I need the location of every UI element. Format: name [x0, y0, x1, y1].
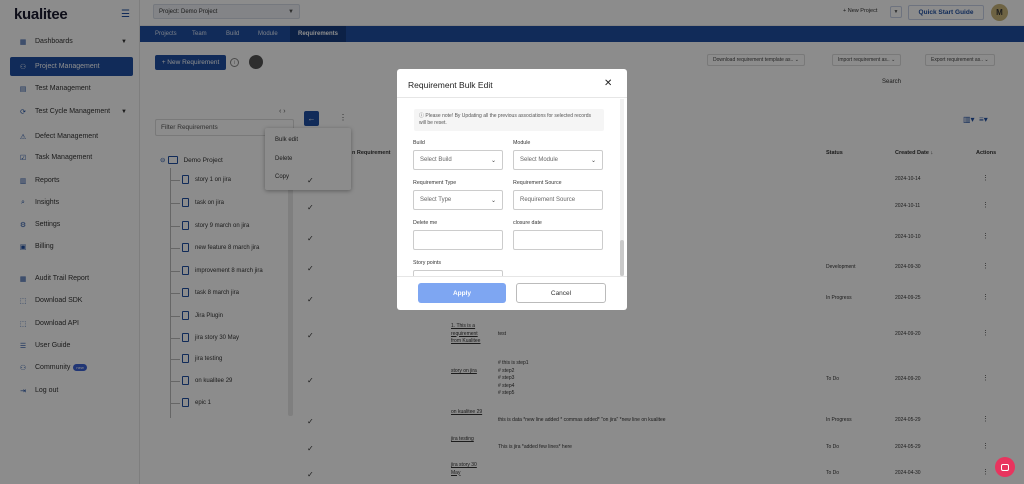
build-select[interactable]: Select Build ⌄: [413, 150, 503, 170]
story-points-label: Story points: [413, 260, 441, 266]
closure-date-label: closure date: [513, 220, 542, 226]
divider: [397, 97, 627, 98]
delete-me-input[interactable]: [413, 230, 503, 250]
module-select[interactable]: Select Module ⌄: [513, 150, 603, 170]
build-label: Build: [413, 140, 425, 146]
requirement-source-label: Requirement Source: [513, 180, 562, 186]
warning-note: ⓘ Please note! By Updating all the previ…: [414, 109, 604, 131]
chevron-down-icon: ⌄: [490, 197, 496, 204]
divider: [397, 276, 627, 277]
close-icon[interactable]: ✕: [604, 78, 612, 89]
apply-button[interactable]: Apply: [418, 283, 506, 303]
requirement-type-label: Requirement Type: [413, 180, 457, 186]
closure-date-input[interactable]: [513, 230, 603, 250]
delete-me-label: Delete me: [413, 220, 438, 226]
chevron-down-icon: ⌄: [490, 157, 496, 164]
chat-support-button[interactable]: [995, 457, 1015, 477]
chat-icon: [1001, 463, 1009, 471]
requirement-type-select[interactable]: Select Type ⌄: [413, 190, 503, 210]
requirement-source-input[interactable]: Requirement Source: [513, 190, 603, 210]
modal-title: Requirement Bulk Edit: [408, 80, 493, 90]
chevron-down-icon: ⌄: [590, 157, 596, 164]
modal-scrollbar-thumb[interactable]: [620, 240, 624, 276]
cancel-button[interactable]: Cancel: [516, 283, 606, 303]
module-label: Module: [513, 140, 531, 146]
